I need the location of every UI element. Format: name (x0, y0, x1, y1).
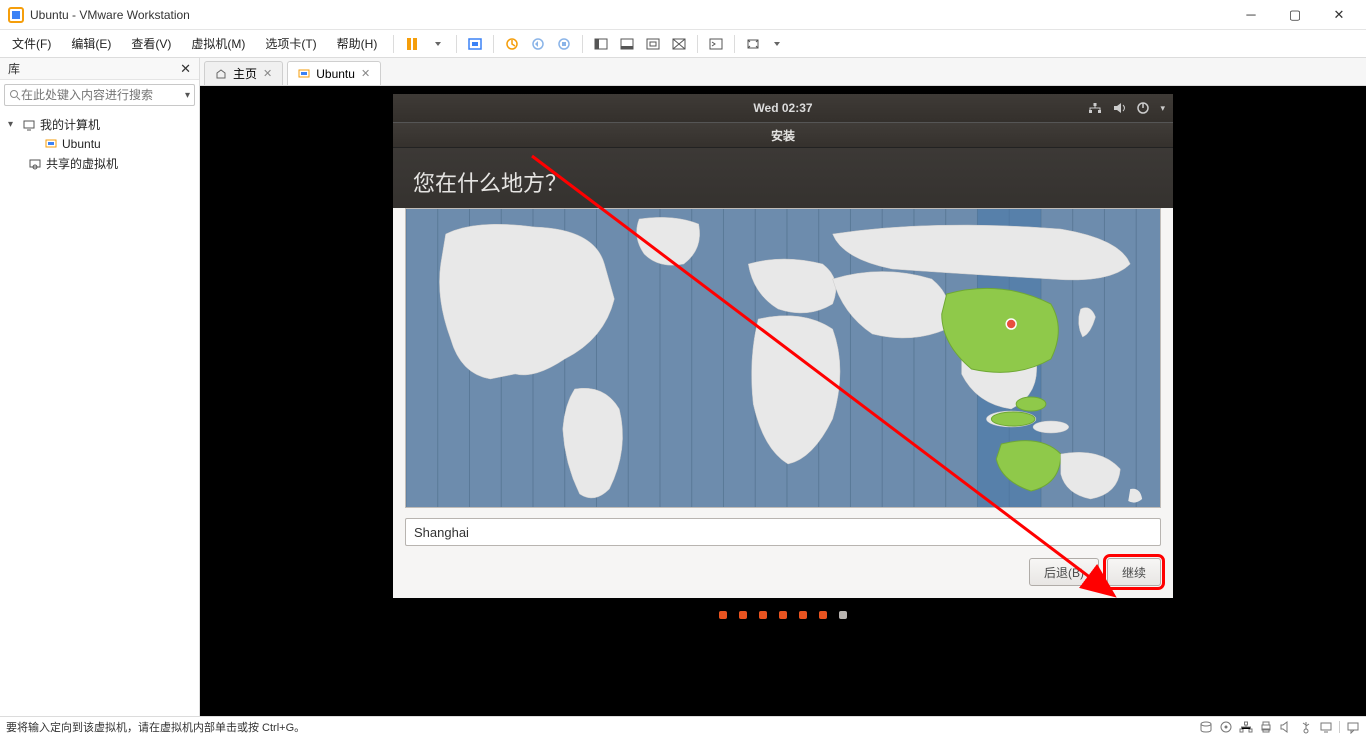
view-single-icon[interactable] (617, 34, 637, 54)
map-marker (1006, 319, 1016, 329)
status-cdrom-icon[interactable] (1219, 720, 1233, 734)
status-disk-icon[interactable] (1199, 720, 1213, 734)
installer-progress-dots (393, 598, 1173, 638)
window-close-button[interactable]: ✕ (1326, 7, 1352, 23)
sidebar-header: 库 ✕ (0, 58, 199, 80)
continue-button[interactable]: 继续 (1107, 558, 1161, 586)
status-message-icon[interactable] (1346, 720, 1360, 734)
view-side-icon[interactable] (591, 34, 611, 54)
timezone-input[interactable] (405, 518, 1161, 546)
dropdown-icon[interactable] (428, 34, 448, 54)
search-icon (9, 89, 21, 101)
shared-icon (28, 157, 42, 171)
home-icon (215, 68, 227, 80)
ubuntu-installer-window: 安装 您在什么地方？ (393, 122, 1173, 598)
status-printer-icon[interactable] (1259, 720, 1273, 734)
vm-icon (44, 137, 58, 151)
timezone-map[interactable] (405, 208, 1161, 508)
status-display-icon[interactable] (1319, 720, 1333, 734)
vm-icon (298, 68, 310, 80)
tree-vm-ubuntu[interactable]: Ubuntu (0, 135, 199, 153)
view-unity-icon[interactable] (669, 34, 689, 54)
tab-home-label: 主页 (233, 65, 257, 82)
tab-ubuntu[interactable]: Ubuntu ✕ (287, 61, 381, 85)
tab-close-button[interactable]: ✕ (361, 67, 370, 80)
statusbar: 要将输入定向到该虚拟机，请在虚拟机内部单击或按 Ctrl+G。 (0, 716, 1366, 736)
dropdown-icon[interactable] (767, 34, 787, 54)
installer-titlebar: 安装 (393, 122, 1173, 148)
pause-icon[interactable] (402, 34, 422, 54)
status-sound-icon[interactable] (1279, 720, 1293, 734)
window-title: Ubuntu - VMware Workstation (30, 8, 190, 22)
menu-edit[interactable]: 编辑(E) (63, 33, 119, 54)
window-maximize-button[interactable]: ▢ (1282, 7, 1308, 23)
sidebar: 库 ✕ ▾ ▾ 我的计算机 Ubuntu 共享的虚拟机 (0, 58, 200, 716)
sidebar-close-button[interactable]: ✕ (180, 61, 191, 77)
sidebar-tree: ▾ 我的计算机 Ubuntu 共享的虚拟机 (0, 110, 199, 178)
status-usb-icon[interactable] (1299, 720, 1313, 734)
power-icon[interactable] (1136, 101, 1150, 115)
ubuntu-topbar: Wed 02:37 ▾ (393, 94, 1173, 122)
stretch-icon[interactable] (743, 34, 763, 54)
back-button[interactable]: 后退(B) (1029, 558, 1099, 586)
tab-close-button[interactable]: ✕ (263, 67, 272, 80)
tab-bar: 主页 ✕ Ubuntu ✕ (200, 58, 1366, 86)
snapshot-take-icon[interactable] (502, 34, 522, 54)
statusbar-hint: 要将输入定向到该虚拟机，请在虚拟机内部单击或按 Ctrl+G。 (6, 719, 305, 735)
dropdown-icon[interactable]: ▾ (1160, 103, 1165, 114)
menu-help[interactable]: 帮助(H) (329, 33, 386, 54)
snapshot-revert-icon[interactable] (528, 34, 548, 54)
tab-home[interactable]: 主页 ✕ (204, 61, 283, 85)
tree-shared-vms[interactable]: 共享的虚拟机 (0, 153, 199, 174)
vmware-app-icon (8, 7, 24, 23)
dropdown-icon[interactable]: ▾ (181, 90, 190, 101)
status-network-icon[interactable] (1239, 720, 1253, 734)
menubar: 文件(F) 编辑(E) 查看(V) 虚拟机(M) 选项卡(T) 帮助(H) (0, 30, 1366, 58)
tree-vm-ubuntu-label: Ubuntu (62, 137, 101, 151)
volume-icon[interactable] (1112, 101, 1126, 115)
window-titlebar: Ubuntu - VMware Workstation ─ ▢ ✕ (0, 0, 1366, 30)
tab-ubuntu-label: Ubuntu (316, 67, 355, 81)
computer-icon (22, 118, 36, 132)
tree-my-computer-label: 我的计算机 (40, 116, 100, 133)
network-icon[interactable] (1088, 101, 1102, 115)
snapshot-manage-icon[interactable] (554, 34, 574, 54)
tree-my-computer[interactable]: ▾ 我的计算机 (0, 114, 199, 135)
menu-file[interactable]: 文件(F) (4, 33, 59, 54)
menu-tabs[interactable]: 选项卡(T) (257, 33, 324, 54)
installer-heading: 您在什么地方？ (393, 148, 1173, 208)
send-ctrl-alt-del-icon[interactable] (465, 34, 485, 54)
window-minimize-button[interactable]: ─ (1238, 7, 1264, 23)
tree-shared-vms-label: 共享的虚拟机 (46, 155, 118, 172)
vm-display-area[interactable]: Wed 02:37 ▾ 安装 您在什么地方？ (200, 86, 1366, 716)
ubuntu-clock: Wed 02:37 (753, 101, 812, 115)
console-icon[interactable] (706, 34, 726, 54)
menu-vm[interactable]: 虚拟机(M) (183, 33, 253, 54)
menu-view[interactable]: 查看(V) (123, 33, 179, 54)
sidebar-title: 库 (8, 60, 20, 77)
sidebar-search-input[interactable] (21, 88, 181, 102)
sidebar-search[interactable]: ▾ (4, 84, 195, 106)
installer-title: 安装 (771, 127, 795, 144)
view-fullscreen-icon[interactable] (643, 34, 663, 54)
